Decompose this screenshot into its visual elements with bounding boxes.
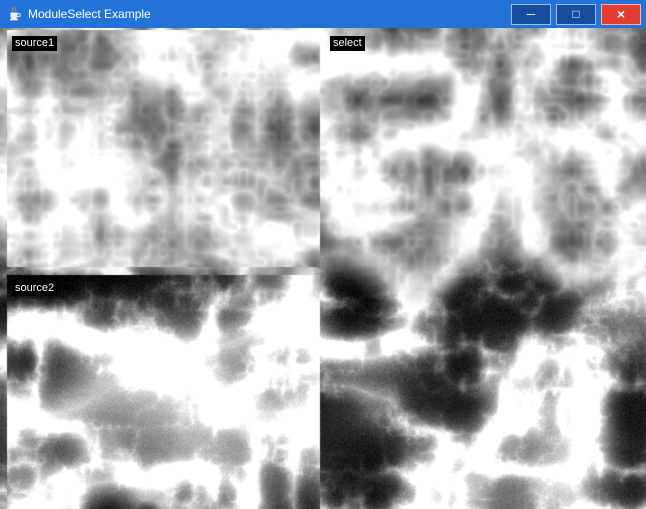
java-app-icon: [6, 6, 22, 22]
window-title: ModuleSelect Example: [28, 0, 151, 28]
titlebar-buttons: ─ □ ×: [511, 4, 646, 25]
noise-canvas: [0, 28, 646, 509]
maximize-button[interactable]: □: [556, 4, 596, 25]
render-area: source1 select source2: [0, 28, 646, 509]
minimize-icon: ─: [527, 8, 536, 20]
label-source1: source1: [12, 36, 57, 51]
titlebar[interactable]: ModuleSelect Example ─ □ ×: [0, 0, 646, 28]
minimize-button[interactable]: ─: [511, 4, 551, 25]
close-button[interactable]: ×: [601, 4, 641, 25]
label-select: select: [330, 36, 365, 51]
app-window: ModuleSelect Example ─ □ × source1 selec…: [0, 0, 646, 509]
label-source2: source2: [12, 281, 57, 296]
close-icon: ×: [617, 7, 625, 21]
maximize-icon: □: [572, 8, 579, 20]
